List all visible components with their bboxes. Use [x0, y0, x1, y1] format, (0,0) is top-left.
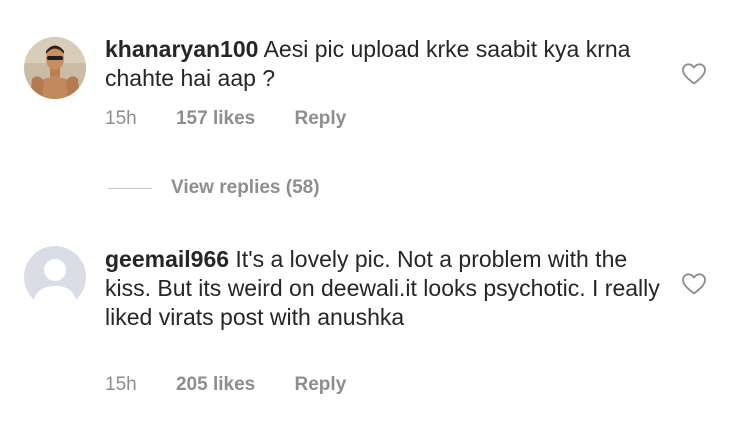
comment-text: khanaryan100 Aesi pic upload krke saabit…: [105, 35, 665, 93]
likes-count[interactable]: 205 likes: [176, 374, 255, 396]
user-photo-icon: [24, 37, 86, 99]
comment-timestamp: 15h: [105, 108, 137, 129]
comment-username[interactable]: khanaryan100: [105, 36, 258, 62]
comment-meta: 15h 157 likes Reply: [105, 108, 346, 130]
heart-outline-icon[interactable]: [681, 62, 707, 86]
view-replies-button[interactable]: View replies (58): [108, 176, 320, 200]
heart-outline-icon[interactable]: [681, 272, 707, 296]
likes-count[interactable]: 157 likes: [176, 108, 255, 130]
comment-meta: 15h 205 likes Reply: [105, 374, 346, 396]
default-avatar-icon: [24, 246, 86, 308]
comment-username[interactable]: geemail966: [105, 246, 229, 272]
view-replies-label: View replies (58): [171, 177, 320, 198]
avatar[interactable]: [24, 246, 86, 308]
comment-text: geemail966 It's a lovely pic. Not a prob…: [105, 245, 665, 332]
comment-timestamp: 15h: [105, 374, 137, 395]
divider-line: [108, 187, 152, 189]
avatar[interactable]: [24, 37, 86, 99]
reply-button[interactable]: Reply: [295, 374, 347, 396]
reply-button[interactable]: Reply: [295, 108, 347, 130]
